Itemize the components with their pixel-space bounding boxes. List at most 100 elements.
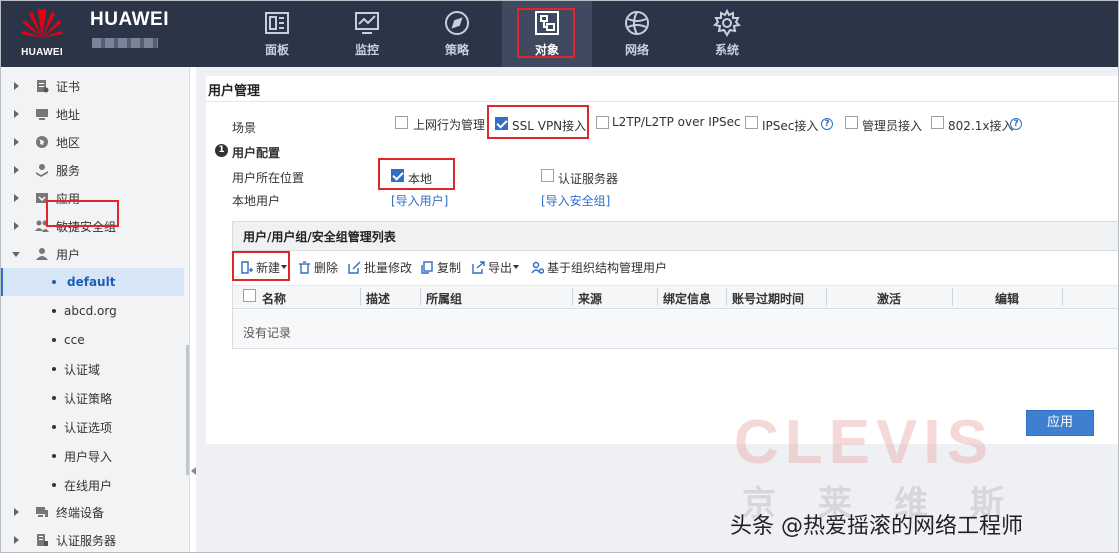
column-header-name[interactable]: 名称 <box>262 290 286 307</box>
expand-arrow-icon[interactable] <box>14 508 19 516</box>
column-divider[interactable] <box>657 288 658 306</box>
sidebar-item-service[interactable]: 服务 <box>0 156 184 184</box>
sidebar-item-security-group[interactable]: 敏捷安全组 <box>0 212 184 240</box>
sidebar-item-certificate[interactable]: 证书 <box>0 72 184 100</box>
sidebar-subitem-default[interactable]: default <box>0 268 184 296</box>
terminal-device-icon <box>36 507 48 517</box>
main-nav: 面板 监控 策略 对象 网络 系统 <box>232 0 772 67</box>
sidebar-subitem-abcd-org[interactable]: abcd.org <box>0 297 184 325</box>
sidebar-item-terminal-device[interactable]: 终端设备 <box>0 498 184 526</box>
delete-button-label: 删除 <box>314 260 339 275</box>
location-checkbox-local[interactable] <box>391 169 404 182</box>
sidebar-item-region[interactable]: 地区 <box>0 128 184 156</box>
expand-arrow-icon[interactable] <box>14 138 19 146</box>
nav-object[interactable]: 对象 <box>502 0 592 67</box>
expand-arrow-icon[interactable] <box>14 82 19 90</box>
column-header-binding[interactable]: 绑定信息 <box>663 290 711 307</box>
copy-icon <box>421 260 433 274</box>
scene-checkbox-l2tp[interactable] <box>596 116 609 129</box>
sidebar-subitem-user-import[interactable]: 用户导入 <box>0 442 184 470</box>
sidebar-item-label: 服务 <box>56 163 81 178</box>
column-divider[interactable] <box>826 288 827 306</box>
import-security-groups-link[interactable]: [导入安全组] <box>541 192 610 209</box>
nav-dashboard[interactable]: 面板 <box>232 0 322 67</box>
batch-edit-button[interactable]: 批量修改 <box>348 258 412 276</box>
nav-label: 系统 <box>714 43 739 57</box>
user-location-label: 用户所在位置 <box>232 171 305 185</box>
certificate-icon <box>37 80 49 93</box>
bullet <box>52 454 56 458</box>
page-title: 用户管理 <box>208 84 261 99</box>
help-icon[interactable]: ? <box>1010 118 1022 130</box>
sidebar-subitem-auth-policy[interactable]: 认证策略 <box>0 384 184 412</box>
column-divider[interactable] <box>726 288 727 306</box>
collapse-arrow-icon[interactable] <box>12 251 20 257</box>
column-divider[interactable] <box>572 288 573 306</box>
top-bar: HUAWEI HUAWEI 面板 监控 策略 对象 网络 系统 <box>0 0 1119 67</box>
column-header-description[interactable]: 描述 <box>366 290 390 307</box>
service-icon <box>36 164 48 177</box>
column-header-activate[interactable]: 激活 <box>877 290 901 307</box>
scene-checkbox-admin[interactable] <box>845 116 858 129</box>
expand-arrow-icon[interactable] <box>14 194 19 202</box>
sidebar-subitem-cce[interactable]: cce <box>0 326 184 354</box>
import-users-link[interactable]: [导入用户] <box>391 192 448 209</box>
trash-icon <box>299 260 310 274</box>
expand-arrow-icon[interactable] <box>14 110 19 118</box>
scene-checkbox-internet-behavior[interactable] <box>395 116 408 129</box>
location-checkbox-auth-server[interactable] <box>541 169 554 182</box>
sidebar-item-label: 敏捷安全组 <box>56 219 117 234</box>
location-label-auth-server: 认证服务器 <box>558 172 619 186</box>
sidebar-item-auth-server[interactable]: 认证服务器 <box>0 526 184 553</box>
sidebar-item-address[interactable]: 地址 <box>0 100 184 128</box>
apply-button[interactable]: 应用 <box>1026 410 1094 436</box>
column-divider[interactable] <box>360 288 361 306</box>
nav-system[interactable]: 系统 <box>682 0 772 67</box>
column-divider[interactable] <box>1062 288 1063 306</box>
help-icon[interactable]: ? <box>821 118 833 130</box>
column-divider[interactable] <box>420 288 421 306</box>
monitor-icon <box>355 12 379 34</box>
copy-button[interactable]: 复制 <box>421 258 461 276</box>
export-icon <box>472 260 485 274</box>
sidebar-item-user[interactable]: 用户 <box>0 240 184 268</box>
sidebar-subitem-auth-options[interactable]: 认证选项 <box>0 413 184 441</box>
new-button[interactable]: 新建 <box>240 258 288 276</box>
compass-icon <box>445 11 469 35</box>
nav-network[interactable]: 网络 <box>592 0 682 67</box>
bullet <box>52 280 56 284</box>
nav-monitor[interactable]: 监控 <box>322 0 412 67</box>
expand-arrow-icon[interactable] <box>14 222 19 230</box>
sidebar-subitem-auth-domain[interactable]: 认证域 <box>0 355 184 383</box>
sidebar-subitem-label: cce <box>64 333 85 347</box>
address-icon <box>36 109 48 120</box>
edit-icon <box>348 261 361 274</box>
sidebar-subitem-label: 认证域 <box>64 362 101 377</box>
org-structure-manage-button[interactable]: 基于组织结构管理用户 <box>531 258 667 276</box>
expand-arrow-icon[interactable] <box>14 166 19 174</box>
object-icon <box>535 11 559 35</box>
expand-arrow-icon[interactable] <box>14 536 19 544</box>
dropdown-caret-icon <box>513 265 520 269</box>
nav-label: 网络 <box>624 43 649 57</box>
sidebar-item-label: 终端设备 <box>56 505 105 520</box>
column-header-source[interactable]: 来源 <box>578 290 602 307</box>
column-header-expiry[interactable]: 账号过期时间 <box>732 290 804 307</box>
nav-policy[interactable]: 策略 <box>412 0 502 67</box>
sidebar-subitem-online-users[interactable]: 在线用户 <box>0 471 184 499</box>
sidebar-subitem-label: default <box>67 275 116 289</box>
sidebar-scrollbar[interactable] <box>186 345 189 475</box>
org-structure-manage-label: 基于组织结构管理用户 <box>547 260 668 275</box>
scene-checkbox-ipsec[interactable] <box>745 116 758 129</box>
column-header-edit[interactable]: 编辑 <box>995 290 1019 307</box>
sidebar-subitem-label: abcd.org <box>64 304 117 318</box>
scene-label-8021x: 802.1x接入 <box>948 119 1014 133</box>
export-button[interactable]: 导出 <box>472 258 520 276</box>
scene-checkbox-ssl-vpn[interactable] <box>495 117 508 130</box>
scene-checkbox-8021x[interactable] <box>931 116 944 129</box>
sidebar-item-application[interactable]: 应用 <box>0 184 184 212</box>
column-divider[interactable] <box>952 288 953 306</box>
column-header-group[interactable]: 所属组 <box>426 290 462 307</box>
delete-button[interactable]: 删除 <box>298 258 338 276</box>
select-all-checkbox[interactable] <box>243 289 256 302</box>
